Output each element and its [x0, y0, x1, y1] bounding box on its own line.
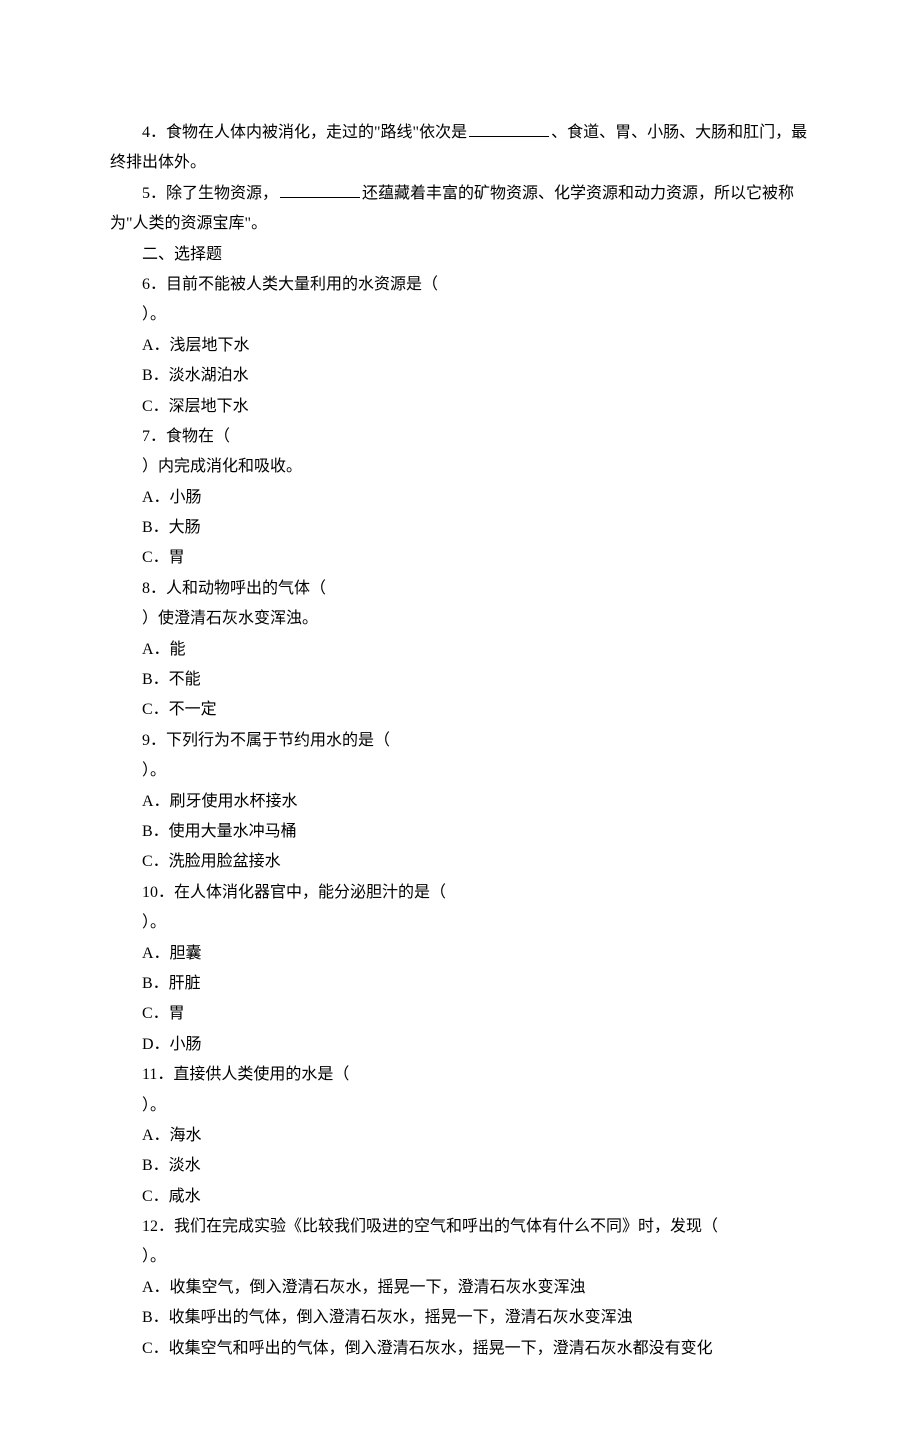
q11-option-b: B．淡水 — [110, 1151, 810, 1181]
q8-option-a: A．能 — [110, 635, 810, 665]
q12-option-a: A．收集空气，倒入澄清石灰水，摇晃一下，澄清石灰水变浑浊 — [110, 1273, 810, 1303]
q11-option-c: C．咸水 — [110, 1182, 810, 1212]
q10-stem: 10．在人体消化器官中，能分泌胆汁的是（ — [110, 878, 810, 908]
q12-option-b: B．收集呼出的气体，倒入澄清石灰水，摇晃一下，澄清石灰水变浑浊 — [110, 1303, 810, 1333]
q7-option-a: A．小肠 — [110, 483, 810, 513]
q6-option-a: A．浅层地下水 — [110, 331, 810, 361]
q8-stem: 8．人和动物呼出的气体（ — [110, 574, 810, 604]
blank-input[interactable] — [280, 181, 360, 198]
q10-option-a: A．胆囊 — [110, 939, 810, 969]
q4-prefix: 4．食物在人体内被消化，走过的"路线"依次是 — [142, 124, 467, 141]
q11-close: ）。 — [110, 1091, 810, 1121]
question-5: 5．除了生物资源，还蕴藏着丰富的矿物资源、化学资源和动力资源，所以它被称为"人类… — [110, 179, 810, 240]
q9-option-b: B．使用大量水冲马桶 — [110, 817, 810, 847]
section-2-heading: 二、选择题 — [110, 240, 810, 270]
q11-option-a: A．海水 — [110, 1121, 810, 1151]
q10-close: ）。 — [110, 908, 810, 938]
q8-option-b: B．不能 — [110, 665, 810, 695]
q12-close: ）。 — [110, 1242, 810, 1272]
q7-stem: 7．食物在（ — [110, 422, 810, 452]
q8-close: ）使澄清石灰水变浑浊。 — [110, 604, 810, 634]
q7-close: ）内完成消化和吸收。 — [110, 452, 810, 482]
q7-option-b: B．大肠 — [110, 513, 810, 543]
q8-option-c: C．不一定 — [110, 695, 810, 725]
q9-stem: 9．下列行为不属于节约用水的是（ — [110, 726, 810, 756]
q11-stem: 11．直接供人类使用的水是（ — [110, 1060, 810, 1090]
q12-option-c: C．收集空气和呼出的气体，倒入澄清石灰水，摇晃一下，澄清石灰水都没有变化 — [110, 1334, 810, 1364]
q10-option-c: C．胃 — [110, 999, 810, 1029]
q9-option-c: C．洗脸用脸盆接水 — [110, 847, 810, 877]
q6-stem: 6．目前不能被人类大量利用的水资源是（ — [110, 270, 810, 300]
q6-option-c: C．深层地下水 — [110, 392, 810, 422]
q9-option-a: A．刷牙使用水杯接水 — [110, 787, 810, 817]
question-4: 4．食物在人体内被消化，走过的"路线"依次是、食道、胃、小肠、大肠和肛门，最终排… — [110, 118, 810, 179]
q9-close: ）。 — [110, 756, 810, 786]
blank-input[interactable] — [469, 120, 549, 137]
q7-option-c: C．胃 — [110, 543, 810, 573]
q12-stem: 12．我们在完成实验《比较我们吸进的空气和呼出的气体有什么不同》时，发现（ — [110, 1212, 810, 1242]
q10-option-d: D．小肠 — [110, 1030, 810, 1060]
q10-option-b: B．肝脏 — [110, 969, 810, 999]
q5-prefix: 5．除了生物资源， — [142, 185, 278, 202]
q6-option-b: B．淡水湖泊水 — [110, 361, 810, 391]
page: 4．食物在人体内被消化，走过的"路线"依次是、食道、胃、小肠、大肠和肛门，最终排… — [0, 0, 920, 1444]
q6-close: ）。 — [110, 300, 810, 330]
